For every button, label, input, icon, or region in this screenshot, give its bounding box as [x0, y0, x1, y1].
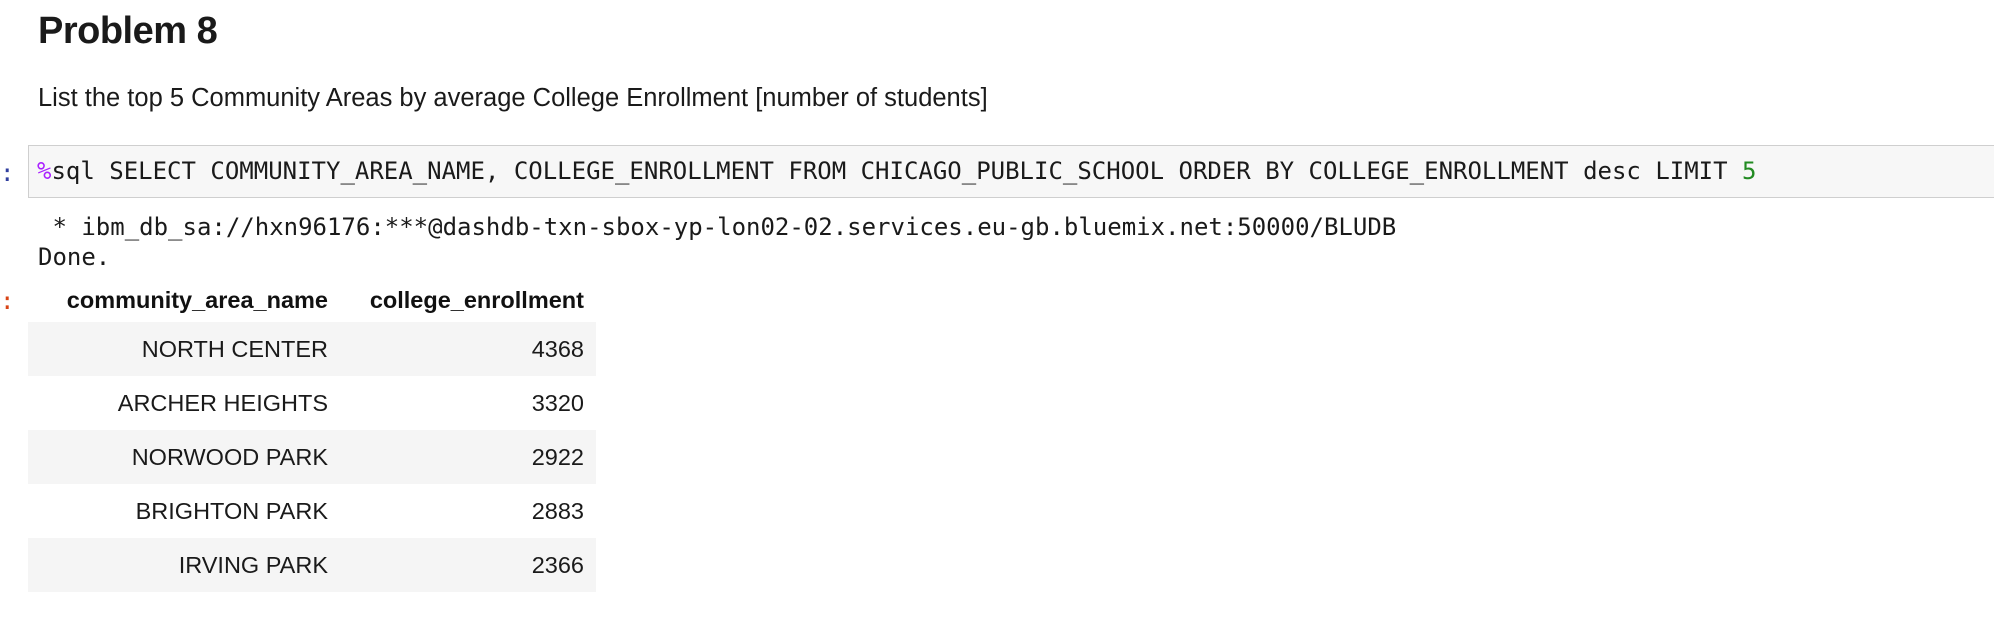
code-cell-input[interactable]: %sql SELECT COMMUNITY_AREA_NAME, COLLEGE… [28, 145, 1994, 198]
connection-string: * ibm_db_sa://hxn96176:***@dashdb-txn-sb… [38, 213, 1397, 241]
cell-stdout: * ibm_db_sa://hxn96176:***@dashdb-txn-sb… [38, 212, 1396, 272]
result-table: community_area_name college_enrollment N… [28, 278, 596, 592]
problem-title: Problem 8 [38, 10, 218, 52]
community-area-name-cell: ARCHER HEIGHTS [117, 389, 328, 416]
college-enrollment-cell: 4368 [531, 335, 584, 362]
sql-statement: sql SELECT COMMUNITY_AREA_NAME, COLLEGE_… [51, 157, 1743, 185]
table-row: NORTH CENTER 4368 [28, 322, 596, 376]
output-prompt: : [0, 287, 15, 315]
college-enrollment-cell: 2922 [531, 443, 584, 470]
college-enrollment-cell: 2366 [531, 551, 584, 578]
table-row: NORWOOD PARK 2922 [28, 430, 596, 484]
input-prompt: : [0, 159, 15, 187]
sql-limit-value: 5 [1742, 157, 1757, 185]
college-enrollment-cell: 2883 [531, 497, 584, 524]
execution-status: Done. [38, 243, 111, 271]
college-enrollment-cell: 3320 [531, 389, 584, 416]
community-area-name-cell: IRVING PARK [178, 551, 328, 578]
table-row: BRIGHTON PARK 2883 [28, 484, 596, 538]
community-area-name-cell: NORTH CENTER [141, 335, 328, 362]
problem-description: List the top 5 Community Areas by averag… [38, 84, 988, 112]
table-row: ARCHER HEIGHTS 3320 [28, 376, 596, 430]
sql-magic-prefix: % [37, 157, 52, 185]
table-header-row: community_area_name college_enrollment [28, 278, 596, 322]
community-area-name-cell: BRIGHTON PARK [135, 497, 328, 524]
table-row: IRVING PARK 2366 [28, 538, 596, 592]
community-area-name-cell: NORWOOD PARK [131, 443, 328, 470]
column-header-college-enrollment: college_enrollment [369, 286, 584, 313]
column-header-community-area-name: community_area_name [66, 286, 328, 313]
